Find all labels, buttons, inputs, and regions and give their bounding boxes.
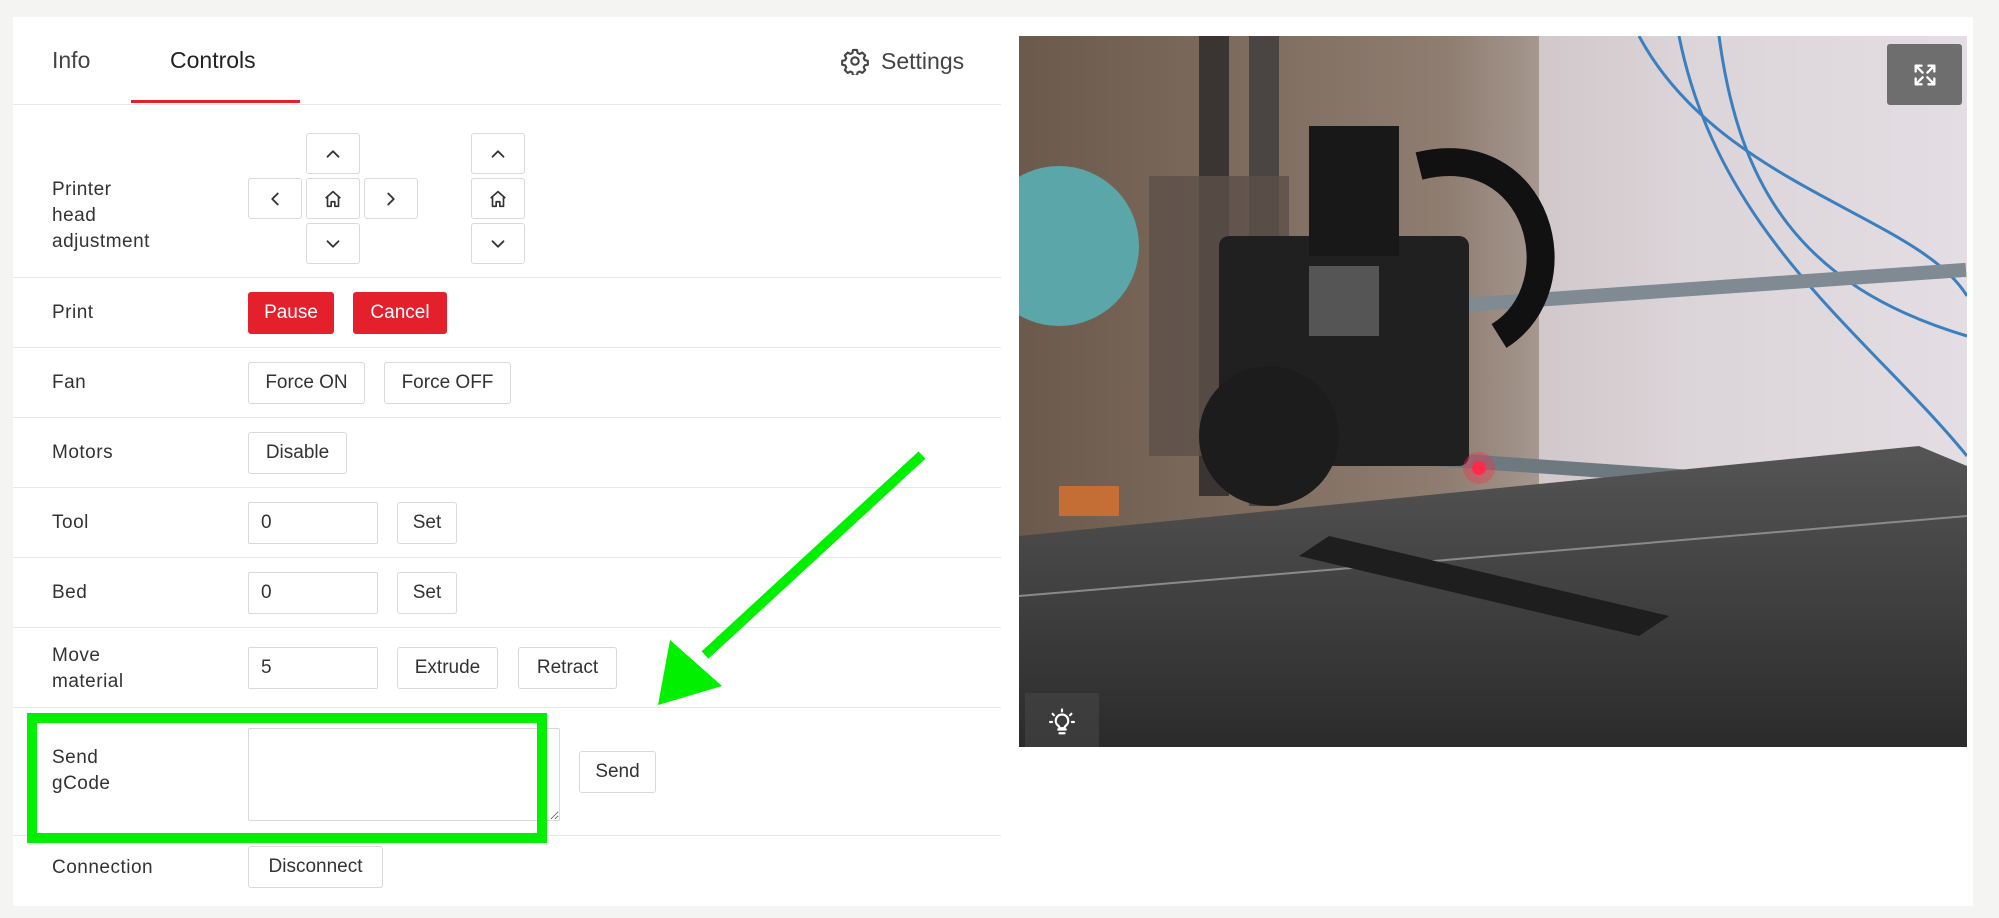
jog-y-minus-button[interactable] <box>306 223 360 264</box>
gear-icon <box>841 48 869 75</box>
fullscreen-button[interactable] <box>1887 44 1962 105</box>
pause-button[interactable]: Pause <box>248 292 334 334</box>
row-bed: Bed Set <box>13 558 1001 628</box>
camera-light-button[interactable] <box>1025 693 1099 747</box>
tool-set-button[interactable]: Set <box>397 502 457 544</box>
tab-info[interactable]: Info <box>52 47 90 74</box>
jog-y-plus-button[interactable] <box>306 133 360 174</box>
printer-panel: Info Controls Settings Printer head adju… <box>13 17 1973 906</box>
home-icon <box>325 190 341 207</box>
home-z-button[interactable] <box>471 178 525 219</box>
home-icon <box>490 190 506 207</box>
chevron-up-icon <box>326 149 340 158</box>
tool-label: Tool <box>52 512 89 533</box>
move-material-amount-input[interactable] <box>248 647 378 689</box>
fullscreen-icon <box>1914 64 1935 86</box>
head-adjustment-label: Printer head adjustment <box>52 179 150 252</box>
move-material-label: Move material <box>52 645 124 692</box>
cancel-print-button[interactable]: Cancel <box>353 292 447 334</box>
bed-label: Bed <box>52 582 88 603</box>
disconnect-button[interactable]: Disconnect <box>248 846 383 888</box>
send-gcode-button[interactable]: Send <box>579 751 656 793</box>
row-connection: Connection Disconnect <box>13 836 1001 906</box>
print-label: Print <box>52 302 94 323</box>
row-head-adjustment: Printer head adjustment <box>13 105 1001 278</box>
jog-z-plus-button[interactable] <box>471 133 525 174</box>
row-print: Print Pause Cancel <box>13 278 1001 348</box>
settings-label: Settings <box>881 47 965 74</box>
jog-z-minus-button[interactable] <box>471 223 525 264</box>
chevron-right-icon <box>387 192 395 205</box>
jog-x-plus-button[interactable] <box>364 178 418 219</box>
settings-button[interactable]: Settings <box>841 47 964 75</box>
tab-controls[interactable]: Controls <box>170 47 256 74</box>
bed-set-button[interactable]: Set <box>397 572 457 614</box>
tool-temperature-input[interactable] <box>248 502 378 544</box>
jog-x-minus-button[interactable] <box>248 178 302 219</box>
chevron-left-icon <box>271 192 279 205</box>
chevron-down-icon <box>491 239 505 248</box>
extrude-button[interactable]: Extrude <box>397 647 498 689</box>
fan-force-on-button[interactable]: Force ON <box>248 362 365 404</box>
chevron-up-icon <box>491 149 505 158</box>
camera-image <box>1019 36 1967 747</box>
gcode-textarea[interactable] <box>248 728 560 821</box>
fan-label: Fan <box>52 372 87 393</box>
tab-bar: Info Controls Settings <box>13 17 1001 105</box>
home-xy-button[interactable] <box>306 178 360 219</box>
row-send-gcode: Send gCode Send <box>13 708 1001 836</box>
fan-force-off-button[interactable]: Force OFF <box>384 362 511 404</box>
chevron-down-icon <box>326 239 340 248</box>
connection-label: Connection <box>52 857 154 878</box>
bed-temperature-input[interactable] <box>248 572 378 614</box>
active-tab-indicator <box>131 100 300 103</box>
row-move-material: Move material Extrude Retract <box>13 628 1001 708</box>
row-tool: Tool Set <box>13 488 1001 558</box>
motors-label: Motors <box>52 442 114 463</box>
light-bulb-icon <box>1049 708 1075 735</box>
camera-view <box>1019 36 1967 747</box>
retract-button[interactable]: Retract <box>518 647 617 689</box>
row-motors: Motors Disable <box>13 418 1001 488</box>
disable-motors-button[interactable]: Disable <box>248 432 347 474</box>
row-fan: Fan Force ON Force OFF <box>13 348 1001 418</box>
send-gcode-label: Send gCode <box>52 747 111 794</box>
